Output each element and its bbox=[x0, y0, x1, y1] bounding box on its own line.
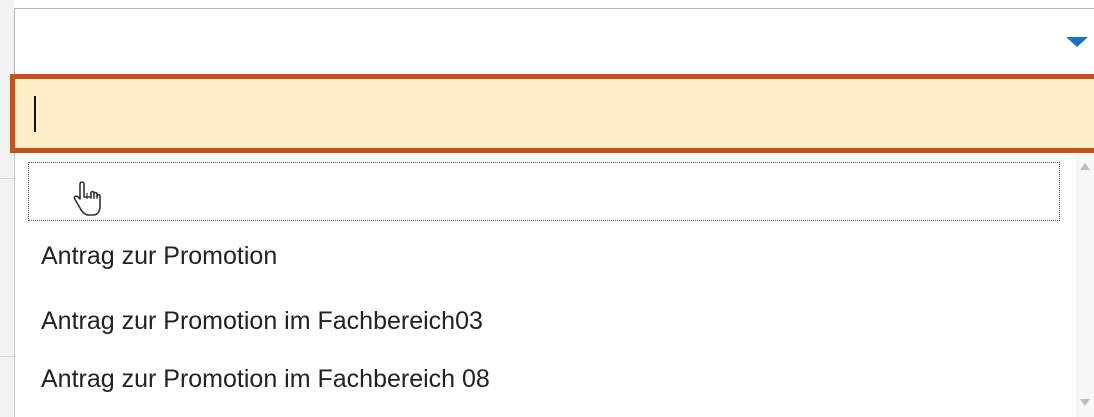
select-dropdown[interactable] bbox=[14, 8, 1094, 76]
scroll-up-arrow-icon[interactable] bbox=[1080, 163, 1090, 170]
options-list: Antrag zur Promotion Antrag zur Promotio… bbox=[28, 162, 1068, 417]
list-item-empty[interactable] bbox=[28, 162, 1060, 221]
vertical-scrollbar[interactable] bbox=[1076, 153, 1094, 417]
list-item-label: Antrag zur Promotion im Fachbereich03 bbox=[41, 307, 483, 335]
search-input[interactable] bbox=[15, 79, 1094, 148]
list-item-label: Antrag zur Promotion bbox=[41, 242, 278, 270]
chevron-down-icon[interactable] bbox=[1066, 37, 1088, 47]
background-divider bbox=[0, 356, 14, 357]
background-divider bbox=[0, 178, 14, 179]
list-item[interactable]: Antrag zur Promotion im Fachbereich 08 bbox=[28, 350, 1068, 408]
search-field[interactable] bbox=[10, 74, 1094, 153]
list-item[interactable]: Antrag zur Promotion im Fachbereich03 bbox=[28, 292, 1068, 350]
hand-pointer-icon bbox=[73, 181, 101, 216]
scroll-down-arrow-icon[interactable] bbox=[1080, 399, 1090, 406]
list-item-label: Antrag zur Promotion im Fachbereich 08 bbox=[41, 365, 490, 393]
background-panel bbox=[0, 0, 14, 417]
text-caret bbox=[34, 96, 36, 132]
list-item[interactable]: Antrag zur Promotion bbox=[28, 227, 1068, 285]
